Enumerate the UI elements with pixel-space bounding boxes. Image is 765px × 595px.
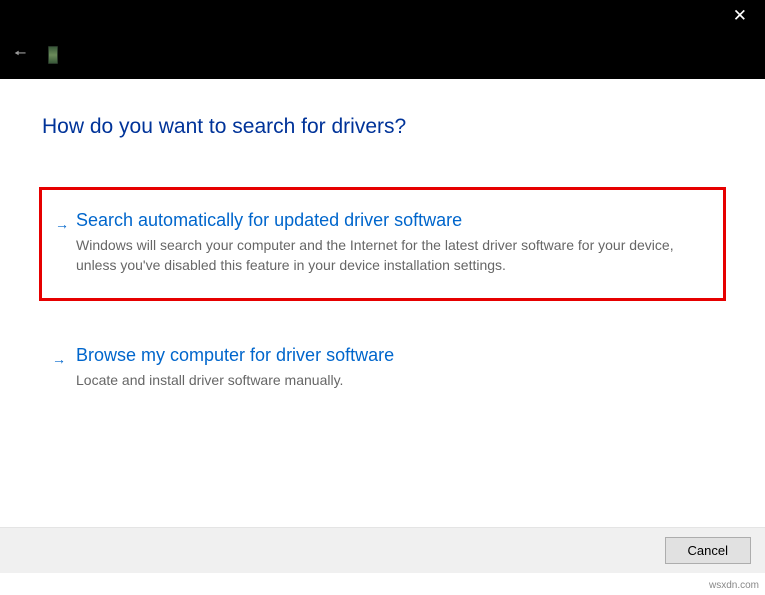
arrow-right-icon: → bbox=[52, 351, 66, 367]
titlebar: ✕ bbox=[0, 0, 765, 31]
option-title: Search automatically for updated driver … bbox=[76, 210, 701, 231]
cancel-button[interactable]: Cancel bbox=[665, 537, 751, 564]
option-description: Windows will search your computer and th… bbox=[76, 235, 701, 276]
content-area: How do you want to search for drivers? →… bbox=[0, 79, 765, 412]
nav-strip: 🠔 bbox=[0, 31, 765, 79]
back-arrow-icon[interactable]: 🠔 bbox=[14, 43, 26, 67]
option-description: Locate and install driver software manua… bbox=[76, 370, 701, 390]
device-icon bbox=[48, 46, 58, 64]
close-icon[interactable]: ✕ bbox=[733, 7, 747, 24]
option-search-automatically[interactable]: → Search automatically for updated drive… bbox=[39, 187, 726, 301]
spacer bbox=[42, 301, 723, 325]
page-title: How do you want to search for drivers? bbox=[42, 115, 723, 139]
footer-bar: Cancel bbox=[0, 527, 765, 573]
watermark: wsxdn.com bbox=[709, 580, 759, 591]
option-title: Browse my computer for driver software bbox=[76, 345, 701, 366]
arrow-right-icon: → bbox=[55, 216, 69, 232]
option-browse-computer[interactable]: → Browse my computer for driver software… bbox=[42, 325, 723, 412]
